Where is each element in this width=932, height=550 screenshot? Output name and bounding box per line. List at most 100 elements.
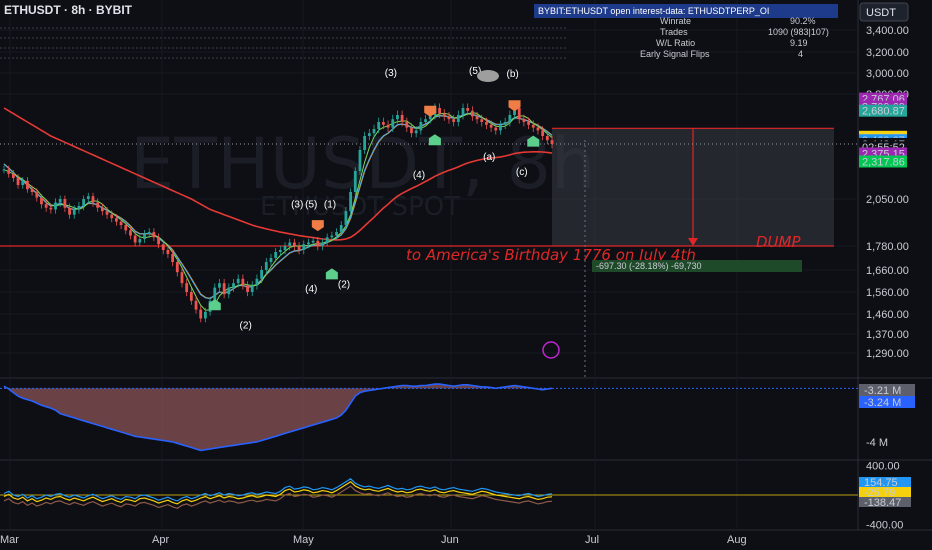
- candle-body: [86, 196, 90, 199]
- candle-body: [363, 136, 367, 150]
- candle-body: [447, 116, 451, 120]
- symbol-title[interactable]: ETHUSDT · 8h · BYBIT: [4, 3, 133, 17]
- delta-value-text: -3.24 M: [864, 397, 901, 409]
- candle-body: [353, 171, 357, 192]
- wave-label: (c): [516, 167, 528, 178]
- candle-body: [185, 283, 189, 292]
- candle-body: [424, 119, 427, 122]
- candle-body: [105, 211, 109, 215]
- volume-delta-layer: [0, 383, 858, 452]
- wave-label: (a): [483, 152, 495, 163]
- candle-body: [232, 283, 235, 288]
- candle-body: [72, 209, 76, 215]
- candle-body: [161, 244, 165, 250]
- candle-body: [499, 124, 502, 131]
- candle-body: [204, 311, 207, 319]
- candle-body: [344, 211, 348, 226]
- time-tick-label: Aug: [727, 534, 747, 546]
- price-value-label: 2,680.87: [859, 104, 907, 118]
- candle-body: [30, 189, 34, 192]
- candle-body: [255, 278, 259, 286]
- candle-body: [119, 221, 123, 226]
- candle-body: [527, 122, 530, 125]
- candle-body: [58, 199, 62, 203]
- price-tick-label: 2,050.00: [866, 194, 909, 206]
- candle-body: [35, 192, 39, 198]
- dump-label: DUMP: [756, 233, 801, 251]
- currency-button-label: USDT: [866, 7, 896, 19]
- candle-body: [227, 287, 231, 295]
- watermark-description: ETHUSDT SPOT: [260, 192, 460, 222]
- candle-body: [250, 285, 254, 292]
- oscillator-value-text: -138.47: [864, 497, 901, 509]
- time-tick-label: Mar: [0, 534, 19, 546]
- candle-body: [381, 122, 385, 125]
- candle-body: [508, 115, 512, 122]
- stats-value-wl: 9.19: [790, 38, 808, 48]
- candle-body: [283, 246, 287, 250]
- candle-body: [456, 115, 460, 122]
- candle-body: [325, 237, 329, 243]
- candle-body: [367, 133, 371, 136]
- candle-body: [199, 309, 203, 319]
- stats-value-flips: 4: [798, 49, 803, 59]
- candle-body: [236, 278, 240, 284]
- candle-body: [489, 124, 493, 128]
- candle-body: [152, 232, 156, 238]
- candle-body: [536, 127, 540, 131]
- time-tick-label: Jul: [585, 534, 599, 546]
- candle-body: [26, 180, 29, 190]
- candle-body: [133, 235, 137, 243]
- candle-body: [40, 197, 43, 205]
- candle-body: [241, 278, 245, 286]
- price-value-label: 2,317.86: [859, 155, 907, 168]
- candle-body: [335, 232, 338, 236]
- interest-banner: BYBIT:ETHUSDT open interest-data: ETHUSD…: [538, 6, 769, 16]
- chart-canvas[interactable]: ETHUSDT, 8h ETHUSDT SPOT (2)(3) (5) (1)(4)…: [0, 0, 932, 550]
- candle-body: [175, 262, 179, 273]
- wave-label: (4): [305, 284, 317, 295]
- wave-b-marker: [477, 70, 499, 82]
- candle-body: [21, 180, 25, 185]
- stats-label-wl: W/L Ratio: [656, 38, 695, 48]
- delta-value-text: -3.21 M: [864, 385, 901, 397]
- candle-body: [49, 207, 53, 210]
- candle-body: [157, 237, 160, 245]
- candle-body: [330, 235, 334, 238]
- candle-body: [297, 246, 301, 250]
- price-tick-label: 1,660.00: [866, 265, 909, 277]
- candle-body: [100, 207, 104, 212]
- candle-body: [391, 119, 395, 128]
- candle-body: [189, 292, 193, 301]
- volume-delta-area: [4, 384, 552, 451]
- oscillator-tick-label: -400.00: [866, 520, 903, 532]
- candle-body: [180, 272, 184, 284]
- candle-body: [414, 130, 418, 134]
- time-tick-label: Apr: [152, 534, 169, 546]
- candle-body: [77, 205, 81, 210]
- candle-body: [44, 204, 48, 208]
- candle-body: [339, 225, 343, 233]
- candle-body: [91, 196, 95, 203]
- wave-label: (1): [324, 200, 336, 211]
- candle-body: [68, 207, 71, 215]
- candle-body: [419, 122, 423, 131]
- price-tick-label: 3,000.00: [866, 68, 909, 80]
- candle-body: [503, 122, 507, 125]
- delta-tick-label: -4 M: [866, 437, 888, 449]
- candle-body: [545, 136, 549, 141]
- candle-body: [115, 218, 118, 222]
- candle-body: [82, 199, 86, 206]
- stats-label-trades: Trades: [660, 27, 688, 37]
- wave-label: (3): [291, 200, 303, 211]
- price-tick-label: 1,560.00: [866, 287, 909, 299]
- candle-body: [264, 262, 268, 270]
- candle-body: [129, 230, 132, 236]
- wave-label: (4): [413, 170, 425, 181]
- candle: [358, 145, 362, 175]
- price-tick-label: 1,780.00: [866, 241, 909, 253]
- wave-label: (5): [305, 200, 317, 211]
- price-tick-label: 3,400.00: [866, 25, 909, 37]
- stats-value-winrate: 90.2%: [790, 16, 816, 26]
- wave-label: (b): [507, 69, 519, 80]
